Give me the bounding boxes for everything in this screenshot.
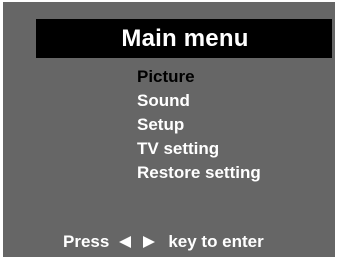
menu-item-sound[interactable]: Sound xyxy=(137,89,261,113)
menu-list: Picture Sound Setup TV setting Restore s… xyxy=(137,65,261,185)
hint-suffix: key to enter xyxy=(168,232,264,251)
main-menu-panel: Main menu Picture Sound Setup TV setting… xyxy=(3,2,335,257)
menu-item-restore-setting[interactable]: Restore setting xyxy=(137,161,261,185)
menu-item-setup[interactable]: Setup xyxy=(137,113,261,137)
menu-item-picture[interactable]: Picture xyxy=(137,65,261,89)
menu-item-tv-setting[interactable]: TV setting xyxy=(137,137,261,161)
navigation-hint: Press key to enter xyxy=(63,231,264,253)
hint-prefix: Press xyxy=(63,232,110,251)
title-bar: Main menu xyxy=(36,19,332,58)
menu-title: Main menu xyxy=(121,24,249,52)
right-arrow-icon xyxy=(142,235,156,249)
left-arrow-icon xyxy=(118,235,132,249)
